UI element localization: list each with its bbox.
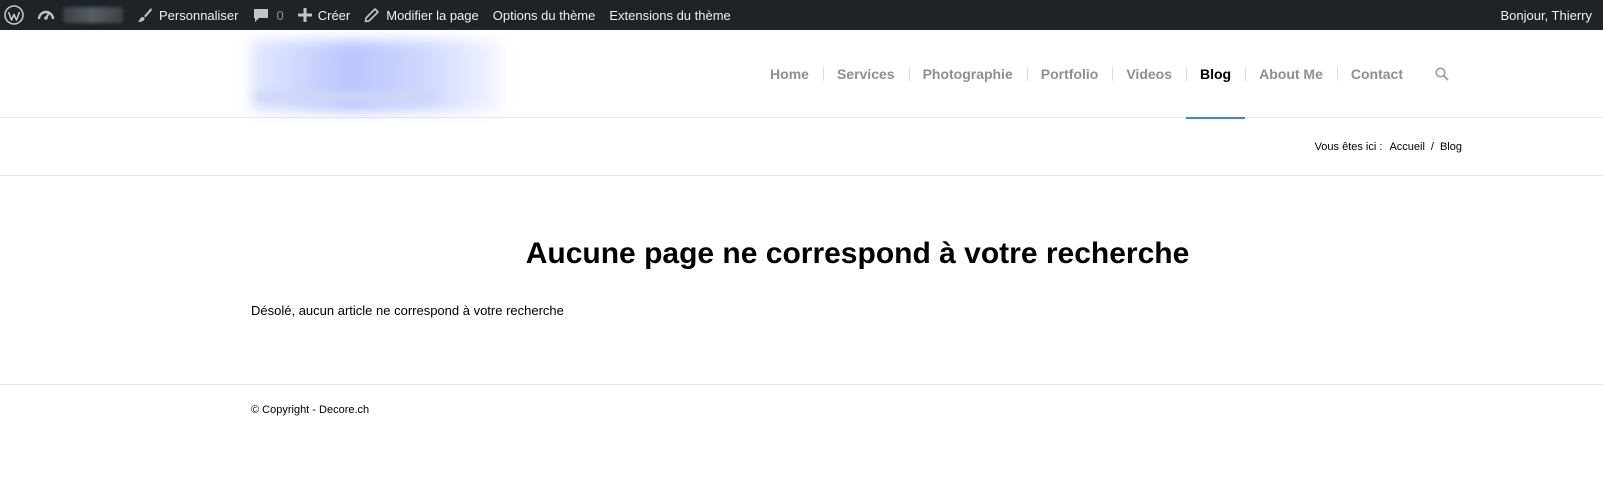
edit-page-label: Modifier la page	[386, 7, 479, 23]
site-name-blurred	[63, 7, 123, 23]
customize-button[interactable]: Personnaliser	[130, 0, 246, 30]
account-button[interactable]: Bonjour, Thierry	[1493, 0, 1599, 30]
new-content-button[interactable]: Créer	[291, 0, 358, 30]
nav-item-services[interactable]: Services	[822, 30, 909, 118]
breadcrumb-home-link[interactable]: Accueil	[1389, 141, 1424, 153]
comments-button[interactable]: 0	[246, 0, 291, 30]
main-nav: Home Services Photographie Portfolio Vid…	[756, 30, 1463, 119]
comment-bubble-icon	[253, 9, 268, 22]
nav-item-contact[interactable]: Contact	[1336, 30, 1417, 118]
edit-page-button[interactable]: Modifier la page	[357, 0, 486, 30]
nav-item-portfolio[interactable]: Portfolio	[1026, 30, 1113, 118]
theme-options-button[interactable]: Options du thème	[486, 0, 603, 30]
site-tagline-blurred	[256, 92, 436, 102]
site-footer: © Copyright - Decore.ch	[0, 384, 1603, 488]
wordpress-icon	[4, 5, 24, 25]
new-content-label: Créer	[317, 7, 351, 23]
customize-label: Personnaliser	[159, 7, 239, 23]
page-title: Aucune page ne correspond à votre recher…	[525, 237, 1190, 270]
nav-item-blog[interactable]: Blog	[1186, 30, 1246, 119]
copyright-text: © Copyright - Decore.ch	[251, 404, 370, 416]
breadcrumb-current: Blog	[1439, 141, 1462, 153]
comments-count: 0	[276, 7, 284, 23]
theme-extensions-label: Extensions du thème	[609, 7, 731, 23]
greeting-label: Bonjour, Thierry	[1500, 7, 1592, 23]
site-header: Home Services Photographie Portfolio Vid…	[0, 30, 1603, 119]
wordpress-logo-button[interactable]	[0, 0, 30, 30]
dashboard-icon	[37, 10, 55, 20]
nav-item-photographie[interactable]: Photographie	[908, 30, 1027, 118]
theme-extensions-button[interactable]: Extensions du thème	[602, 0, 737, 30]
pencil-icon	[364, 8, 380, 23]
no-results-message: Désolé, aucun article ne correspond à vo…	[251, 303, 564, 318]
theme-options-label: Options du thème	[492, 7, 596, 23]
breadcrumb: Vous êtes ici : Accueil / Blog	[1315, 141, 1462, 153]
nav-item-videos[interactable]: Videos	[1112, 30, 1186, 118]
site-name-button[interactable]	[30, 0, 130, 30]
admin-bar-left: Personnaliser 0 Créer Modifier la page O…	[0, 0, 738, 30]
brush-icon	[138, 8, 152, 22]
plus-icon	[297, 8, 312, 22]
search-icon	[1435, 67, 1449, 81]
breadcrumb-prefix: Vous êtes ici :	[1314, 141, 1383, 153]
nav-item-home[interactable]: Home	[756, 30, 823, 118]
breadcrumb-separator: /	[1430, 141, 1434, 153]
admin-bar-right: Bonjour, Thierry	[1493, 0, 1599, 30]
nav-item-about-me[interactable]: About Me	[1245, 30, 1337, 118]
admin-bar: Personnaliser 0 Créer Modifier la page O…	[0, 0, 1603, 30]
breadcrumb-bar: Vous êtes ici : Accueil / Blog	[0, 119, 1603, 176]
search-button[interactable]	[1417, 30, 1463, 118]
